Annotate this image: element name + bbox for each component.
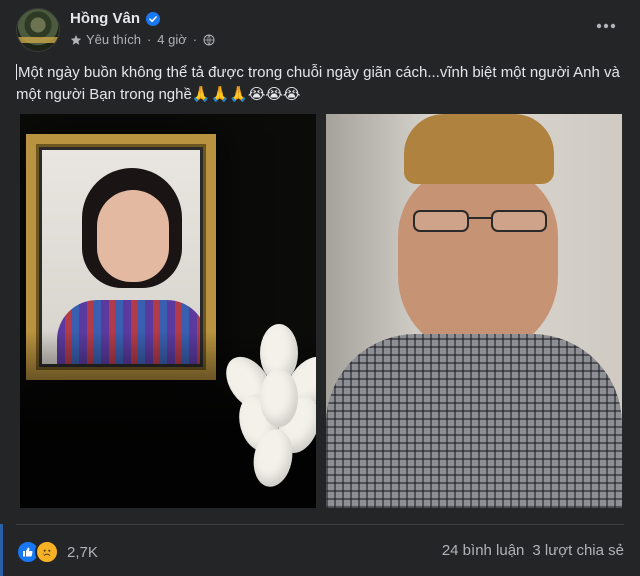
globe-icon[interactable] (203, 34, 215, 46)
footer-divider (16, 524, 624, 525)
post-time[interactable]: 4 giờ (157, 32, 187, 47)
post-header: Hồng Vân Yêu thích · 4 giờ · (16, 8, 624, 52)
post-message: Một ngày buồn không thể tả được trong ch… (16, 64, 620, 103)
focus-indicator (0, 524, 3, 576)
star-icon (70, 34, 82, 45)
author-name-row: Hồng Vân (70, 10, 160, 27)
meta-separator: · (192, 32, 198, 47)
engagement-counts: 24 bình luận 3 lượt chia sẻ (442, 542, 624, 559)
more-options-button[interactable] (588, 14, 624, 38)
reaction-count: 2,7K (67, 543, 98, 561)
man-hat (404, 114, 554, 184)
photo-grid (18, 114, 622, 508)
photo-woman-portrait[interactable] (20, 114, 316, 508)
post-text: Một ngày buồn không thể tả được trong ch… (16, 62, 624, 106)
man-checked-shirt (326, 334, 622, 508)
post-footer: 2,7K 24 bình luận 3 lượt chia sẻ (16, 538, 624, 564)
reactions-summary[interactable]: 2,7K (16, 540, 98, 564)
shares-count-link[interactable]: 3 lượt chia sẻ (532, 542, 624, 559)
comments-count-link[interactable]: 24 bình luận (442, 542, 525, 559)
author-name[interactable]: Hồng Vân (70, 10, 140, 27)
more-options-icon (596, 23, 616, 29)
sad-reaction-icon (35, 540, 59, 564)
photo-man-portrait[interactable] (326, 114, 622, 508)
text-cursor (16, 64, 17, 80)
post-meta: Yêu thích · 4 giờ · (70, 32, 215, 47)
man-face (398, 166, 558, 356)
man-glasses (413, 210, 547, 232)
post-card: Hồng Vân Yêu thích · 4 giờ · Một ngày bu… (0, 0, 640, 576)
verified-badge-icon (146, 11, 160, 26)
author-avatar[interactable] (16, 8, 60, 52)
meta-separator: · (146, 32, 152, 47)
white-chrysanthemum (216, 314, 316, 490)
favorite-label: Yêu thích (86, 32, 141, 47)
